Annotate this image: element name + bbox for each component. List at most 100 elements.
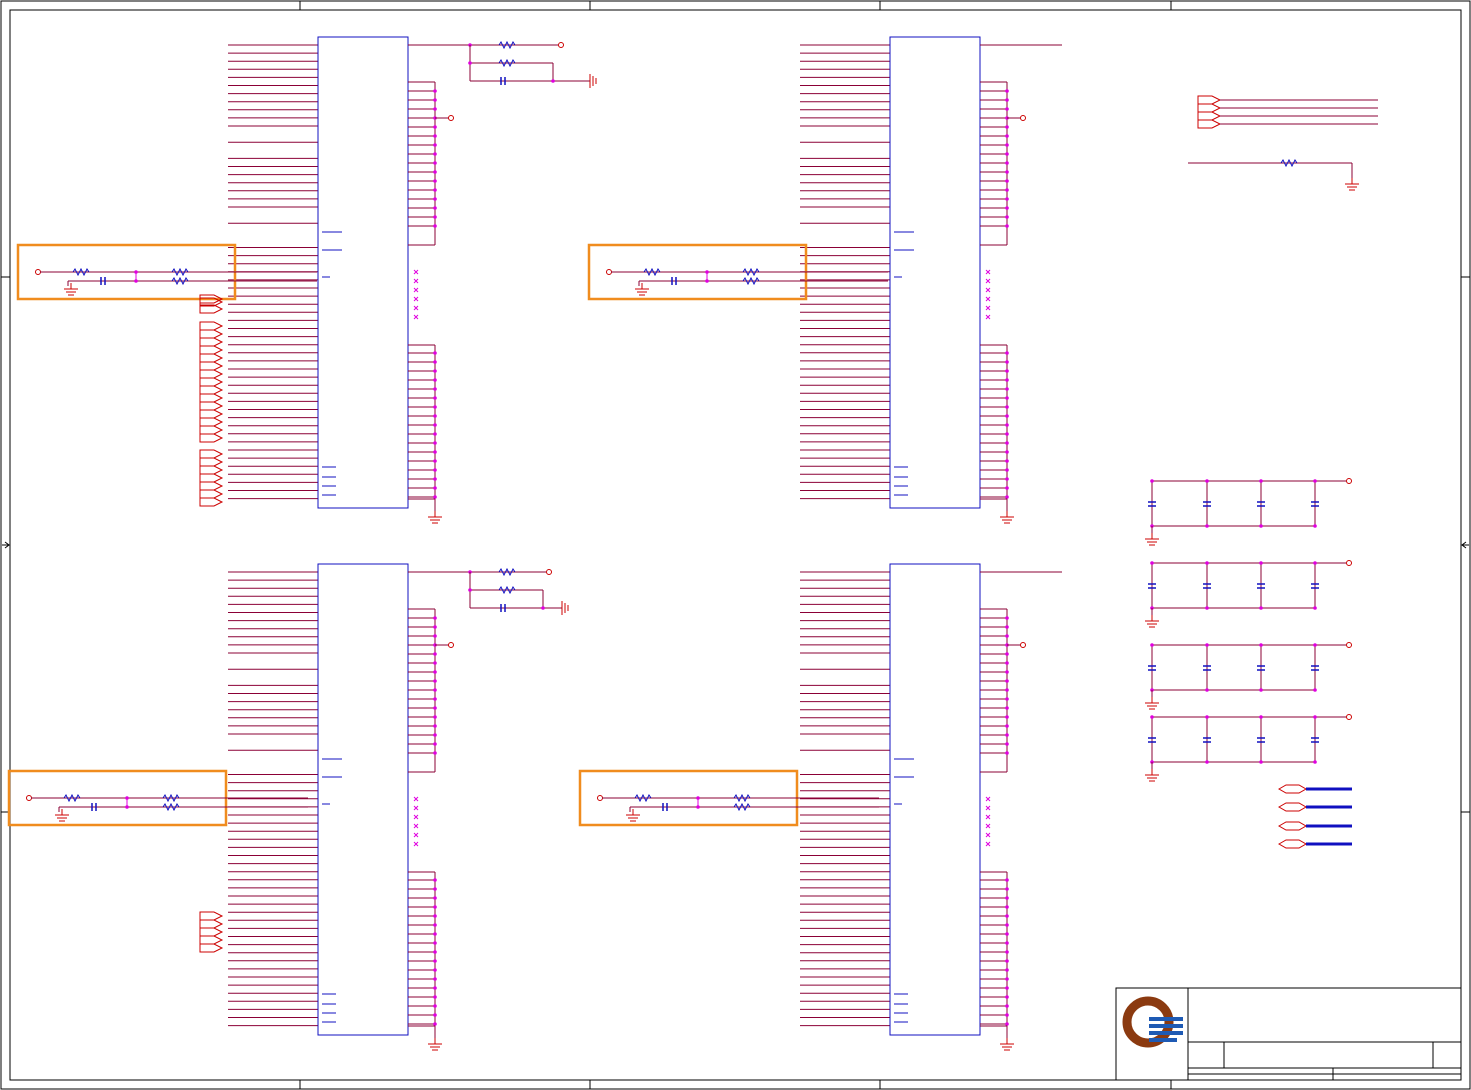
off-page-connector-icon xyxy=(199,385,224,395)
rc-network-top-right xyxy=(587,243,888,301)
power-port-icon xyxy=(546,569,552,575)
power-port-icon xyxy=(35,269,41,275)
off-page-connector-icon xyxy=(199,361,224,371)
decoupling-capacitor xyxy=(1311,561,1319,610)
chip-top-left xyxy=(16,36,597,524)
chip-connectors xyxy=(199,294,224,507)
decoupling-bank xyxy=(1145,714,1352,782)
off-page-connector-icon xyxy=(199,425,224,435)
rc-network-top-left xyxy=(16,243,317,301)
off-page-connector-icon xyxy=(199,911,224,921)
power-port-icon xyxy=(26,795,32,801)
decoupling-capacitor xyxy=(1311,715,1319,764)
off-page-connector-icon xyxy=(199,465,224,475)
power-port-icon xyxy=(597,795,603,801)
ground-icon xyxy=(64,283,78,296)
off-page-connector-icon xyxy=(199,353,224,363)
schematic-sheet xyxy=(0,0,1471,1090)
off-page-connector-icon xyxy=(199,457,224,467)
chip-right-bus xyxy=(408,608,454,1051)
power-port-icon xyxy=(448,115,454,121)
decoupling-bank xyxy=(1145,560,1352,628)
rc-network-bottom-right xyxy=(578,769,879,827)
ground-icon xyxy=(1145,533,1159,546)
power-port-icon xyxy=(1346,478,1352,484)
ground-icon xyxy=(561,601,569,615)
chip-right-bus xyxy=(980,608,1026,1051)
decoupling-capacitor xyxy=(1148,479,1156,528)
decoupling-capacitor xyxy=(1203,715,1211,764)
off-page-connector-icon xyxy=(199,393,224,403)
off-page-connector-icon xyxy=(199,481,224,491)
off-page-connector-icon xyxy=(1197,119,1222,129)
decoupling-capacitor xyxy=(1203,479,1211,528)
ground-icon xyxy=(55,809,69,822)
chip-body xyxy=(889,36,981,509)
ground-icon xyxy=(1345,178,1359,191)
power-port-icon xyxy=(1346,560,1352,566)
off-page-connector-icon xyxy=(1197,103,1222,113)
net-label-group xyxy=(1277,784,1352,849)
ground-icon xyxy=(428,1038,442,1051)
off-page-connector-icon xyxy=(199,337,224,347)
off-page-connector-icon xyxy=(199,409,224,419)
decoupling-capacitor xyxy=(1257,561,1265,610)
off-page-connector-icon xyxy=(1277,784,1308,794)
power-port-icon xyxy=(1020,642,1026,648)
power-port-icon xyxy=(1020,115,1026,121)
ground-icon xyxy=(1000,511,1014,524)
off-page-connector-icon xyxy=(1197,95,1222,105)
off-page-connector-icon xyxy=(199,377,224,387)
decoupling-capacitor xyxy=(1203,643,1211,692)
ground-icon xyxy=(1000,1038,1014,1051)
decoupling-capacitor xyxy=(1311,479,1319,528)
power-port-icon xyxy=(448,642,454,648)
resistor-to-ground xyxy=(1188,158,1359,191)
chip-bottom-right xyxy=(578,563,1062,1051)
off-page-connector-icon xyxy=(1277,821,1308,831)
off-page-connector-icon xyxy=(199,417,224,427)
chip-top-net xyxy=(408,567,569,615)
chip-left-pins xyxy=(228,571,318,1027)
chip-connectors xyxy=(199,911,224,953)
rc-network-bottom-left xyxy=(7,769,308,827)
off-page-connector-icon xyxy=(199,433,224,443)
off-page-connector-icon xyxy=(199,321,224,331)
chip-top-net xyxy=(408,40,597,88)
off-page-connector-icon xyxy=(199,369,224,379)
ground-icon xyxy=(428,511,442,524)
off-page-connector-icon xyxy=(199,401,224,411)
off-page-connector-icon xyxy=(199,473,224,483)
chip-body xyxy=(317,36,409,509)
ground-icon xyxy=(635,283,649,296)
off-page-connector-icon xyxy=(1197,111,1222,121)
off-page-connector-icon xyxy=(199,329,224,339)
chip-body xyxy=(889,563,981,1036)
off-page-connector-icon xyxy=(199,943,224,953)
chip-right-bus xyxy=(980,81,1026,524)
sheet-frame xyxy=(0,0,1471,1090)
off-page-connector-icon xyxy=(199,935,224,945)
connector-bundle xyxy=(1197,95,1378,129)
decoupling-capacitor xyxy=(1257,479,1265,528)
off-page-connector-icon xyxy=(1277,839,1308,849)
decoupling-capacitor xyxy=(1148,643,1156,692)
decoupling-bank xyxy=(1145,478,1352,546)
off-page-connector-icon xyxy=(199,497,224,507)
chip-body xyxy=(317,563,409,1036)
decoupling-capacitor xyxy=(1311,643,1319,692)
off-page-connector-icon xyxy=(199,927,224,937)
chip-right-bus xyxy=(408,81,454,524)
chip-bottom-left xyxy=(7,563,569,1051)
power-port-icon xyxy=(606,269,612,275)
off-page-connector-icon xyxy=(199,489,224,499)
chip-top-right xyxy=(587,36,1062,524)
decoupling-capacitor xyxy=(1257,715,1265,764)
ground-icon xyxy=(1145,769,1159,782)
chip-left-pins xyxy=(800,571,890,1027)
off-page-connector-icon xyxy=(199,449,224,459)
decoupling-capacitor xyxy=(1148,561,1156,610)
ground-icon xyxy=(1145,697,1159,710)
ground-icon xyxy=(1145,615,1159,628)
ground-icon xyxy=(589,74,597,88)
